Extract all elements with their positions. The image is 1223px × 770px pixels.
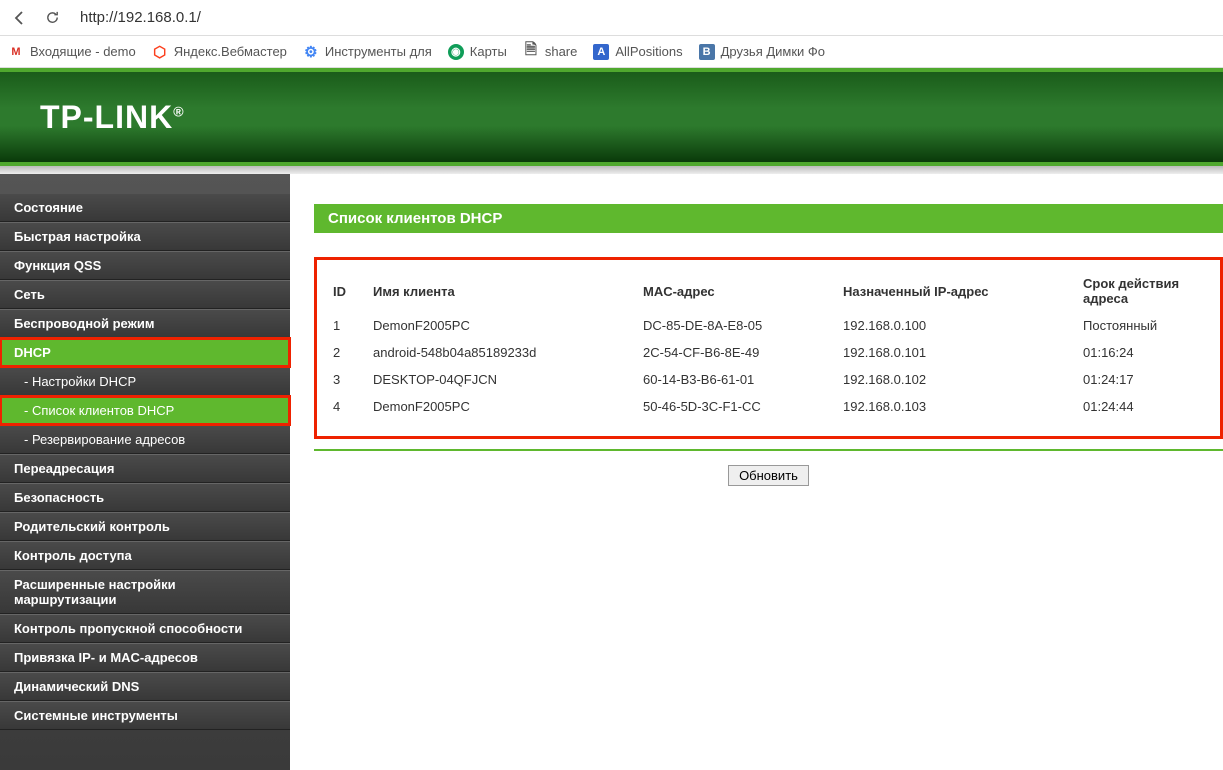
- bookmark-maps[interactable]: ◉ Карты: [448, 44, 507, 60]
- col-mac: MAC-адрес: [633, 270, 833, 312]
- yandex-icon: ⬡: [152, 44, 168, 60]
- sidebar-item-14[interactable]: Контроль пропускной способности: [0, 614, 290, 643]
- bookmark-yandex[interactable]: ⬡ Яндекс.Вебмастер: [152, 44, 287, 60]
- bookmark-share[interactable]: 🗎 share: [523, 44, 578, 60]
- sidebar-item-6[interactable]: - Настройки DHCP: [0, 367, 290, 396]
- tplink-logo: TP-LINK®: [40, 99, 185, 136]
- dhcp-clients-panel: ID Имя клиента MAC-адрес Назначенный IP-…: [314, 257, 1223, 439]
- sidebar-item-2[interactable]: Функция QSS: [0, 251, 290, 280]
- cell-mac: DC-85-DE-8A-E8-05: [633, 312, 833, 339]
- bookmark-tools[interactable]: ⚙ Инструменты для: [303, 44, 432, 60]
- cell-ip: 192.168.0.102: [833, 366, 1073, 393]
- sidebar-item-16[interactable]: Динамический DNS: [0, 672, 290, 701]
- bookmark-label: share: [545, 44, 578, 59]
- sidebar-item-8[interactable]: - Резервирование адресов: [0, 425, 290, 454]
- cell-ip: 192.168.0.101: [833, 339, 1073, 366]
- sidebar-item-9[interactable]: Переадресация: [0, 454, 290, 483]
- cell-name: android-548b04a85189233d: [363, 339, 633, 366]
- bookmarks-bar: M Входящие - demo ⬡ Яндекс.Вебмастер ⚙ И…: [0, 36, 1223, 68]
- bookmark-label: Инструменты для: [325, 44, 432, 59]
- header-shadow: [0, 166, 1223, 174]
- cell-lease: 01:16:24: [1073, 339, 1214, 366]
- back-button[interactable]: [8, 6, 32, 30]
- table-row: 4DemonF2005PC50-46-5D-3C-F1-CC192.168.0.…: [323, 393, 1214, 420]
- cell-id: 3: [323, 366, 363, 393]
- sidebar-item-17[interactable]: Системные инструменты: [0, 701, 290, 730]
- sidebar-item-0[interactable]: Состояние: [0, 194, 290, 222]
- cell-name: DemonF2005PC: [363, 393, 633, 420]
- router-header: TP-LINK®: [0, 72, 1223, 162]
- bookmark-vk[interactable]: B Друзья Димки Фо: [699, 44, 825, 60]
- sidebar-item-3[interactable]: Сеть: [0, 280, 290, 309]
- table-row: 1DemonF2005PCDC-85-DE-8A-E8-05192.168.0.…: [323, 312, 1214, 339]
- bookmark-label: Друзья Димки Фо: [721, 44, 825, 59]
- cell-mac: 60-14-B3-B6-61-01: [633, 366, 833, 393]
- cell-mac: 50-46-5D-3C-F1-CC: [633, 393, 833, 420]
- url-input[interactable]: [72, 5, 1215, 31]
- bookmark-label: Яндекс.Вебмастер: [174, 44, 287, 59]
- refresh-icon: [45, 10, 60, 25]
- cell-name: DemonF2005PC: [363, 312, 633, 339]
- vk-icon: B: [699, 44, 715, 60]
- col-ip: Назначенный IP-адрес: [833, 270, 1073, 312]
- col-name: Имя клиента: [363, 270, 633, 312]
- browser-address-bar: [0, 0, 1223, 36]
- main-content: Список клиентов DHCP ID Имя клиента MAC-…: [290, 174, 1223, 770]
- bookmark-allpositions[interactable]: А AllPositions: [593, 44, 682, 60]
- table-row: 2android-548b04a85189233d2C-54-CF-B6-8E-…: [323, 339, 1214, 366]
- bookmark-label: Входящие - demo: [30, 44, 136, 59]
- cell-lease: 01:24:44: [1073, 393, 1214, 420]
- col-id: ID: [323, 270, 363, 312]
- sidebar-item-15[interactable]: Привязка IP- и MAC-адресов: [0, 643, 290, 672]
- cell-name: DESKTOP-04QFJCN: [363, 366, 633, 393]
- dhcp-clients-table: ID Имя клиента MAC-адрес Назначенный IP-…: [323, 270, 1214, 420]
- divider: [314, 449, 1223, 451]
- cell-lease: Постоянный: [1073, 312, 1214, 339]
- sidebar-item-7[interactable]: - Список клиентов DHCP: [0, 396, 290, 425]
- refresh-button[interactable]: Обновить: [728, 465, 809, 486]
- tools-icon: ⚙: [303, 44, 319, 60]
- table-row: 3DESKTOP-04QFJCN60-14-B3-B6-61-01192.168…: [323, 366, 1214, 393]
- bookmark-label: Карты: [470, 44, 507, 59]
- bookmark-gmail[interactable]: M Входящие - demo: [8, 44, 136, 60]
- reload-button[interactable]: [40, 6, 64, 30]
- cell-lease: 01:24:17: [1073, 366, 1214, 393]
- panel-title: Список клиентов DHCP: [314, 204, 1223, 233]
- gmail-icon: M: [8, 44, 24, 60]
- cell-ip: 192.168.0.103: [833, 393, 1073, 420]
- sidebar-item-1[interactable]: Быстрая настройка: [0, 222, 290, 251]
- cell-mac: 2C-54-CF-B6-8E-49: [633, 339, 833, 366]
- sidebar-item-12[interactable]: Контроль доступа: [0, 541, 290, 570]
- cell-id: 4: [323, 393, 363, 420]
- sidebar-nav: СостояниеБыстрая настройкаФункция QSSСет…: [0, 174, 290, 770]
- sidebar-item-13[interactable]: Расширенные настройки маршрутизации: [0, 570, 290, 614]
- bookmark-label: AllPositions: [615, 44, 682, 59]
- sidebar-item-4[interactable]: Беспроводной режим: [0, 309, 290, 338]
- allpositions-icon: А: [593, 44, 609, 60]
- file-icon: 🗎: [523, 44, 539, 60]
- sidebar-item-5[interactable]: DHCP: [0, 338, 290, 367]
- cell-id: 2: [323, 339, 363, 366]
- maps-icon: ◉: [448, 44, 464, 60]
- sidebar-item-11[interactable]: Родительский контроль: [0, 512, 290, 541]
- sidebar-item-10[interactable]: Безопасность: [0, 483, 290, 512]
- arrow-left-icon: [12, 10, 28, 26]
- cell-ip: 192.168.0.100: [833, 312, 1073, 339]
- cell-id: 1: [323, 312, 363, 339]
- col-lease: Срок действия адреса: [1073, 270, 1214, 312]
